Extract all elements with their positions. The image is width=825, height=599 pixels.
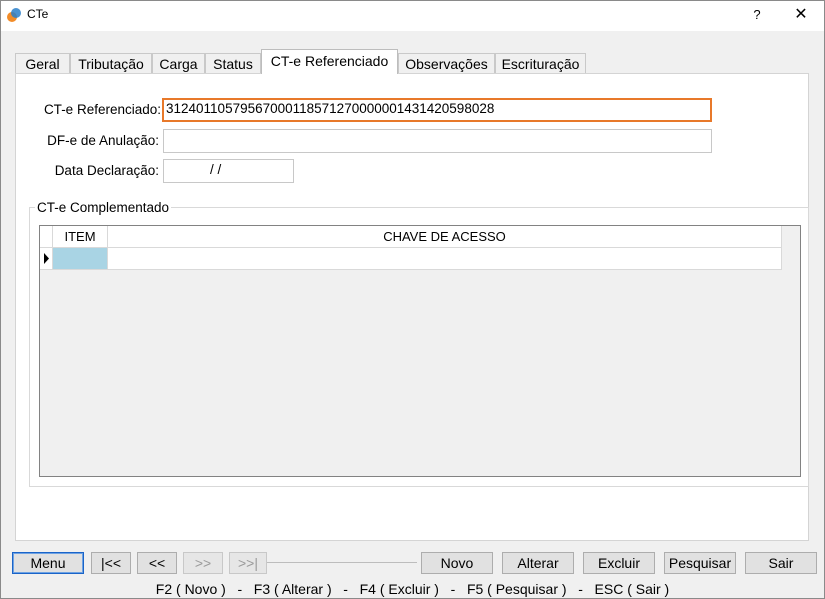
alterar-button[interactable]: Alterar bbox=[502, 552, 574, 574]
grid-corner bbox=[40, 226, 53, 248]
close-button[interactable]: ✕ bbox=[786, 5, 816, 25]
novo-button[interactable]: Novo bbox=[421, 552, 493, 574]
next-record-button[interactable]: >> bbox=[183, 552, 223, 574]
shortcut-status-bar: F2 ( Novo ) - F3 ( Alterar ) - F4 ( Excl… bbox=[155, 581, 670, 597]
previous-record-button[interactable]: << bbox=[137, 552, 177, 574]
menu-button[interactable]: Menu bbox=[12, 552, 84, 574]
sair-button[interactable]: Sair bbox=[745, 552, 817, 574]
cte-referenciado-input[interactable]: 3124011057956700011857127000000143142059… bbox=[162, 98, 712, 122]
excluir-button[interactable]: Excluir bbox=[583, 552, 655, 574]
cte-complementado-title: CT-e Complementado bbox=[35, 200, 172, 215]
cte-app-icon bbox=[7, 8, 21, 22]
tab-observacoes[interactable]: Observações bbox=[398, 53, 495, 73]
title-bar: CTe ? ✕ bbox=[1, 1, 824, 31]
toolbar-divider bbox=[267, 562, 417, 563]
cte-complementado-grid[interactable]: ITEM CHAVE DE ACESSO bbox=[39, 225, 801, 477]
help-button[interactable]: ? bbox=[742, 5, 772, 25]
tab-geral[interactable]: Geral bbox=[15, 53, 70, 73]
data-declaracao-input[interactable]: / / bbox=[163, 159, 294, 183]
column-header-item[interactable]: ITEM bbox=[53, 226, 108, 248]
row-indicator bbox=[40, 248, 53, 270]
tab-tributacao[interactable]: Tributação bbox=[70, 53, 152, 73]
last-record-button[interactable]: >>| bbox=[229, 552, 267, 574]
pesquisar-button[interactable]: Pesquisar bbox=[664, 552, 736, 574]
first-record-button[interactable]: |<< bbox=[91, 552, 131, 574]
window-title: CTe bbox=[27, 7, 49, 21]
tab-escrituracao[interactable]: Escrituração bbox=[495, 53, 586, 73]
column-header-chave-acesso[interactable]: CHAVE DE ACESSO bbox=[108, 226, 782, 248]
tab-carga[interactable]: Carga bbox=[152, 53, 205, 73]
row-pointer-icon bbox=[44, 253, 49, 264]
dfe-anulacao-input[interactable] bbox=[163, 129, 712, 153]
data-declaracao-label: Data Declaração: bbox=[54, 163, 159, 178]
cte-referenciado-label: CT-e Referenciado: bbox=[43, 102, 161, 117]
grid-cell-item[interactable] bbox=[53, 248, 108, 270]
dfe-anulacao-label: DF-e de Anulação: bbox=[47, 133, 159, 148]
cte-window: CTe ? ✕ Geral Tributação Carga Status CT… bbox=[0, 0, 825, 599]
grid-cell-chave-acesso[interactable] bbox=[108, 248, 782, 270]
tab-status[interactable]: Status bbox=[205, 53, 261, 73]
tab-cte-referenciado[interactable]: CT-e Referenciado bbox=[261, 49, 398, 74]
